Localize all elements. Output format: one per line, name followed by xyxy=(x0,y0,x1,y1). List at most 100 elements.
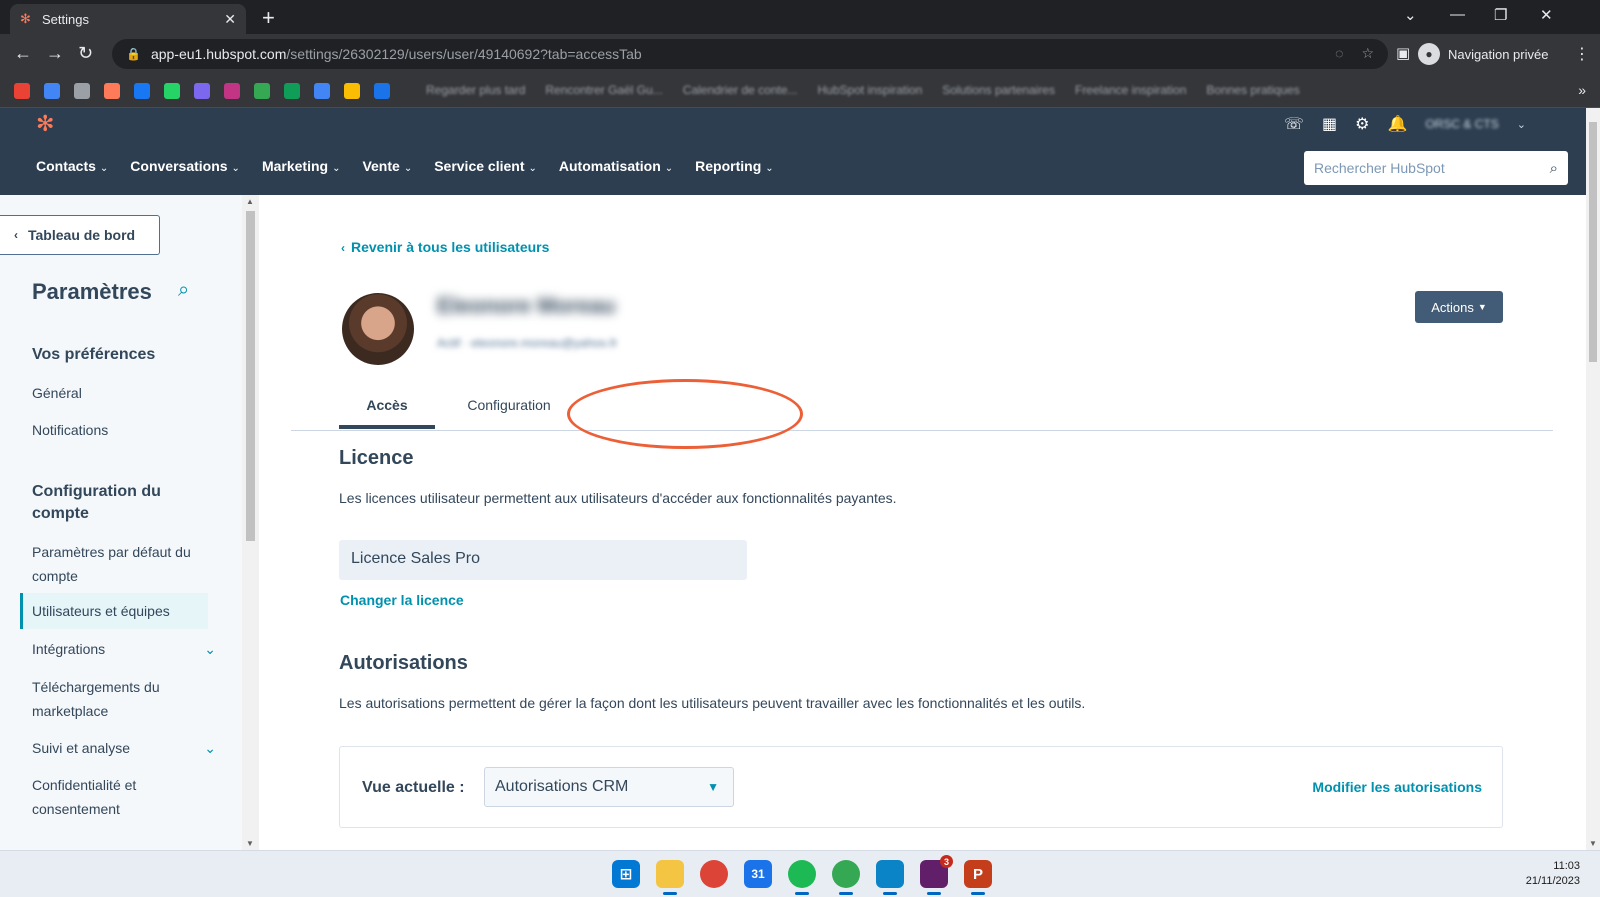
restore-button[interactable]: ❐ xyxy=(1494,6,1507,24)
change-licence-link[interactable]: Changer la licence xyxy=(340,592,464,608)
side-panel-icon[interactable]: ▣ xyxy=(1396,44,1410,62)
back-to-dashboard-button[interactable]: ‹ Tableau de bord xyxy=(0,215,160,255)
chrome-icon[interactable] xyxy=(700,860,728,888)
bookmark-item[interactable]: Freelance inspiration xyxy=(1075,83,1186,97)
browser-tab[interactable]: ✻ Settings ✕ xyxy=(10,4,246,34)
sidebar-item-general[interactable]: Général xyxy=(32,381,192,405)
messenger-bookmark-icon[interactable] xyxy=(134,83,150,99)
drive-bookmark-icon[interactable] xyxy=(254,83,270,99)
nav-contacts[interactable]: Contacts ⌄ xyxy=(36,158,108,174)
actions-button[interactable]: Actions ▼ xyxy=(1415,291,1503,323)
bookmarks-overflow-icon[interactable]: » xyxy=(1578,82,1586,98)
forward-arrow-icon[interactable]: → xyxy=(46,43,64,64)
tab-configuration[interactable]: Configuration xyxy=(459,397,559,413)
tab-acces[interactable]: Accès xyxy=(339,397,435,429)
hubspot-logo-icon[interactable]: ✻ xyxy=(36,111,54,137)
bookmark-icon[interactable] xyxy=(74,83,90,99)
bookmark-item[interactable]: Solutions partenaires xyxy=(942,83,1055,97)
account-menu[interactable]: ORSC & CTS xyxy=(1425,117,1498,131)
modify-permissions-link[interactable]: Modifier les autorisations xyxy=(1312,779,1482,795)
gmail-bookmark-icon[interactable] xyxy=(14,83,30,99)
back-arrow-icon[interactable]: ← xyxy=(14,43,32,64)
file-explorer-icon[interactable] xyxy=(656,860,684,895)
windows-start-icon[interactable]: ⊞ xyxy=(612,860,640,888)
search-icon[interactable]: ⌕ xyxy=(1550,160,1558,177)
bookmark-icon[interactable] xyxy=(194,83,210,99)
page-scrollbar[interactable]: ▼ xyxy=(1586,108,1600,850)
nav-service-client[interactable]: Service client ⌄ xyxy=(434,158,537,174)
scroll-down-icon[interactable]: ▼ xyxy=(1589,839,1597,848)
current-view-select[interactable]: Autorisations CRM ▼ xyxy=(484,767,734,807)
scroll-up-icon[interactable]: ▲ xyxy=(246,197,254,206)
bookmark-item[interactable]: Calendrier de conte... xyxy=(683,83,798,97)
spotify-icon[interactable] xyxy=(788,860,816,895)
sidebar-item-users-teams[interactable]: Utilisateurs et équipes xyxy=(20,593,208,629)
chrome-incognito-icon[interactable] xyxy=(832,860,860,895)
chevron-left-icon: ‹ xyxy=(14,228,18,242)
nav-conversations[interactable]: Conversations ⌄ xyxy=(130,158,240,174)
sidebar-item-tracking[interactable]: Suivi et analyse ⌄ xyxy=(32,736,216,760)
settings-gear-icon[interactable]: ⚙ xyxy=(1355,114,1369,134)
nav-marketing[interactable]: Marketing ⌄ xyxy=(262,158,341,174)
hubspot-bookmark-icon[interactable] xyxy=(104,83,120,99)
sheets-bookmark-icon[interactable] xyxy=(284,83,300,99)
bookmark-icon[interactable] xyxy=(374,83,390,99)
browser-menu-icon[interactable]: ⋮ xyxy=(1574,44,1590,64)
minimize-button[interactable]: — xyxy=(1450,6,1465,23)
incognito-icon: ● xyxy=(1418,43,1440,65)
incognito-profile[interactable]: ● Navigation privée xyxy=(1418,42,1548,66)
nav-reporting[interactable]: Reporting ⌄ xyxy=(695,158,774,174)
sidebar-item-marketplace-downloads[interactable]: Téléchargements du marketplace xyxy=(32,675,192,723)
scroll-down-icon[interactable]: ▼ xyxy=(246,839,254,848)
chevron-down-icon: ⌄ xyxy=(765,163,774,174)
sidebar-item-privacy[interactable]: Confidentialité et consentement xyxy=(32,773,192,821)
notifications-bell-icon[interactable]: 🔔 xyxy=(1387,114,1407,134)
close-tab-icon[interactable]: ✕ xyxy=(224,11,236,28)
sidebar-item-integrations[interactable]: Intégrations ⌄ xyxy=(32,637,216,661)
whatsapp-bookmark-icon[interactable] xyxy=(164,83,180,99)
tab-search-icon[interactable]: ⌄ xyxy=(1404,6,1417,24)
system-clock[interactable]: 11:03 21/11/2023 xyxy=(1526,859,1580,889)
powerpoint-icon[interactable]: P xyxy=(964,860,992,895)
close-window-button[interactable]: ✕ xyxy=(1540,6,1553,24)
lock-icon[interactable]: 🔒 xyxy=(126,47,141,61)
calling-icon[interactable]: ☏ xyxy=(1284,114,1304,134)
docs-bookmark-icon[interactable] xyxy=(314,83,330,99)
section-preferences: Vos préférences xyxy=(32,346,156,363)
tracking-blocked-icon[interactable]: ◌ xyxy=(1335,45,1343,62)
bookmark-icon[interactable] xyxy=(224,83,240,99)
url-path: /settings/26302129/users/user/49140692?t… xyxy=(286,46,642,62)
sidebar-scrollbar[interactable]: ▲ ▼ xyxy=(242,195,259,850)
reload-icon[interactable]: ↻ xyxy=(78,43,93,64)
bookmark-item[interactable]: Rencontrer Gaël Gu... xyxy=(545,83,662,97)
sidebar-item-notifications[interactable]: Notifications xyxy=(32,418,192,442)
nav-vente[interactable]: Vente ⌄ xyxy=(362,158,412,174)
bookmark-item[interactable]: Regarder plus tard xyxy=(426,83,525,97)
address-bar[interactable]: 🔒 app-eu1.hubspot.com /settings/26302129… xyxy=(112,39,1388,69)
slack-icon[interactable]: 3 xyxy=(920,855,953,895)
nav-automatisation[interactable]: Automatisation ⌄ xyxy=(559,158,673,174)
bookmark-star-icon[interactable]: ☆ xyxy=(1361,45,1374,62)
licence-description: Les licences utilisateur permettent aux … xyxy=(339,490,897,506)
hubspot-top-bar: ✻ ☏ ▦ ⚙ 🔔 ORSC & CTS ⌄ xyxy=(0,108,1586,140)
chrome-bookmark-icon[interactable] xyxy=(344,83,360,99)
sidebar-item-account-defaults[interactable]: Paramètres par défaut du compte xyxy=(32,540,192,588)
sync-app-icon[interactable] xyxy=(876,860,904,895)
marketplace-icon[interactable]: ▦ xyxy=(1322,114,1337,134)
chevron-down-icon[interactable]: ⌄ xyxy=(204,637,216,661)
scrollbar-thumb[interactable] xyxy=(246,211,255,541)
hubspot-search[interactable]: ⌕ xyxy=(1304,151,1568,185)
scrollbar-thumb[interactable] xyxy=(1589,122,1597,362)
user-tabs: Accès Configuration xyxy=(291,389,1553,431)
settings-search-icon[interactable]: ⌕ xyxy=(178,279,189,302)
bookmark-item[interactable]: HubSpot inspiration xyxy=(818,83,923,97)
new-tab-button[interactable]: + xyxy=(262,5,275,31)
chevron-down-icon[interactable]: ⌄ xyxy=(204,736,216,760)
bookmark-icon[interactable] xyxy=(44,83,60,99)
calendar-icon[interactable]: 31 xyxy=(744,860,772,888)
hubspot-search-input[interactable] xyxy=(1314,160,1550,176)
account-chevron-icon[interactable]: ⌄ xyxy=(1517,118,1526,131)
back-to-users-link[interactable]: ‹ Revenir à tous les utilisateurs xyxy=(341,239,549,255)
bookmark-item[interactable]: Bonnes pratiques xyxy=(1206,83,1299,97)
licence-heading: Licence xyxy=(339,447,414,469)
